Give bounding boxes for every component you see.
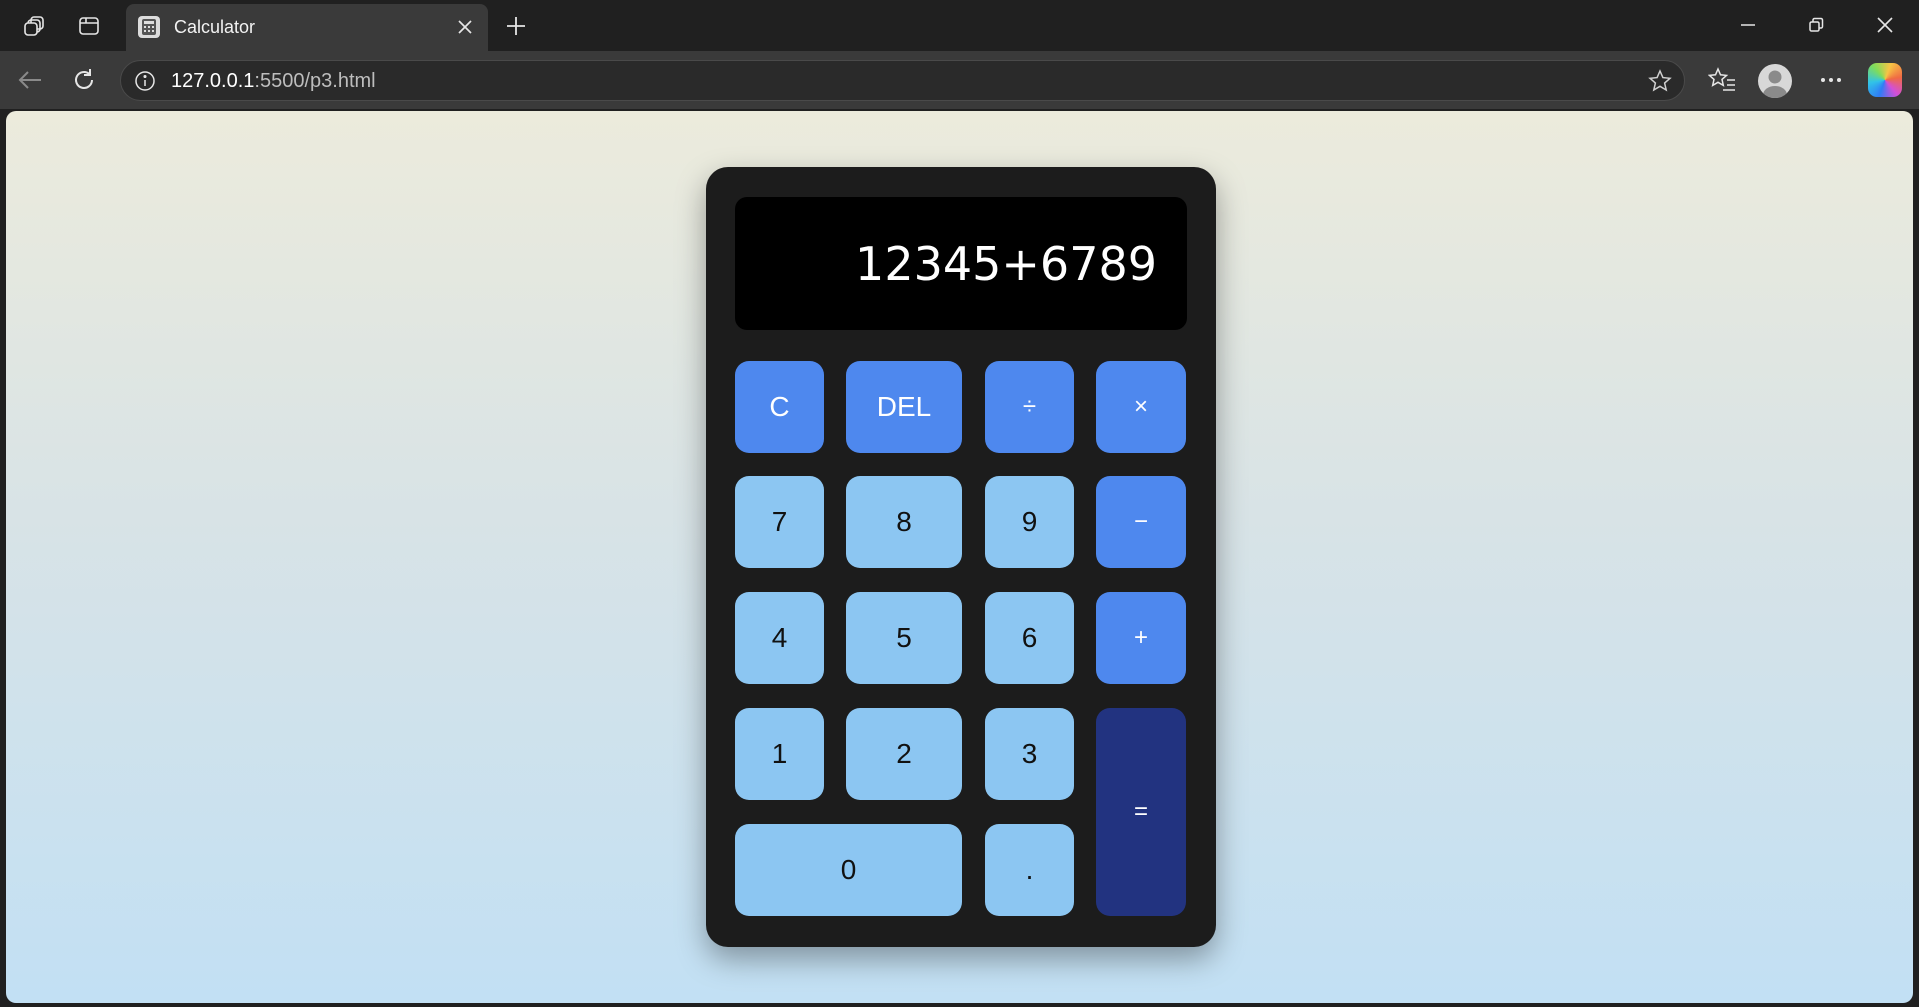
site-info-icon[interactable] [133, 69, 157, 93]
clear-button[interactable]: C [735, 361, 824, 453]
workspaces-icon[interactable] [19, 10, 51, 42]
calculator-favicon-icon [138, 16, 160, 38]
restore-icon[interactable] [1786, 4, 1846, 46]
profile-avatar-icon[interactable] [1758, 64, 1792, 98]
tab-title: Calculator [174, 17, 256, 37]
tab-calculator[interactable]: Calculator [126, 4, 488, 51]
delete-button[interactable]: DEL [846, 361, 962, 453]
multiply-button[interactable]: × [1096, 361, 1186, 453]
copilot-icon[interactable] [1868, 63, 1902, 97]
digit-8-button[interactable]: 8 [846, 476, 962, 568]
minus-button[interactable]: − [1096, 476, 1186, 568]
refresh-icon[interactable] [66, 62, 102, 98]
divide-button[interactable]: ÷ [985, 361, 1074, 453]
url-path: :5500/p3.html [254, 70, 376, 92]
plus-button[interactable]: + [1096, 592, 1186, 684]
digit-9-button[interactable]: 9 [985, 476, 1074, 568]
digit-0-button[interactable]: 0 [735, 824, 962, 916]
browser-toolbar: 127.0.0.1:5500/p3.html [0, 51, 1919, 109]
digit-5-button[interactable]: 5 [846, 592, 962, 684]
browser-titlebar: Calculator [0, 0, 1919, 51]
page-viewport: 12345+6789 C DEL ÷ × 7 8 9 − 4 5 6 + 1 2… [6, 111, 1913, 1003]
digit-3-button[interactable]: 3 [985, 708, 1074, 800]
url-text[interactable]: 127.0.0.1:5500/p3.html [171, 70, 376, 93]
favorites-icon[interactable] [1704, 62, 1740, 98]
tab-actions-icon[interactable] [73, 10, 105, 42]
calculator-display: 12345+6789 [735, 197, 1187, 330]
back-icon[interactable] [12, 62, 48, 98]
url-host: 127.0.0.1 [171, 70, 255, 92]
digit-7-button[interactable]: 7 [735, 476, 824, 568]
minimize-icon[interactable] [1718, 4, 1778, 46]
new-tab-icon[interactable] [500, 10, 532, 42]
address-bar[interactable]: 127.0.0.1:5500/p3.html [120, 60, 1685, 101]
digit-6-button[interactable]: 6 [985, 592, 1074, 684]
more-options-icon[interactable] [1813, 62, 1849, 98]
close-window-icon[interactable] [1855, 4, 1915, 46]
digit-1-button[interactable]: 1 [735, 708, 824, 800]
calculator: 12345+6789 C DEL ÷ × 7 8 9 − 4 5 6 + 1 2… [706, 167, 1216, 947]
decimal-button[interactable]: . [985, 824, 1074, 916]
favorite-star-icon[interactable] [1648, 69, 1672, 93]
digit-2-button[interactable]: 2 [846, 708, 962, 800]
close-tab-icon[interactable] [452, 14, 478, 40]
equals-button[interactable]: = [1096, 708, 1186, 916]
digit-4-button[interactable]: 4 [735, 592, 824, 684]
